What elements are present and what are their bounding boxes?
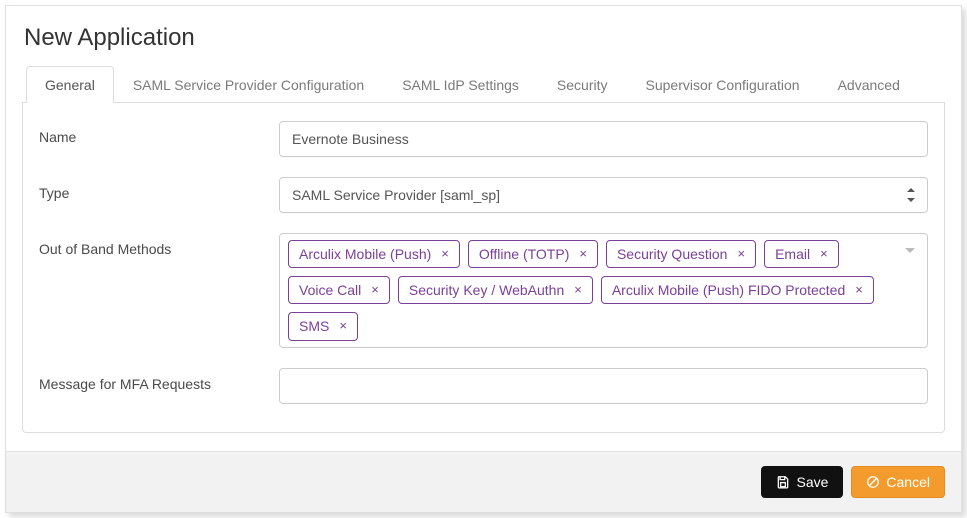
tag-email: Email × <box>764 240 839 268</box>
type-select[interactable]: SAML Service Provider [saml_sp] <box>279 177 928 213</box>
close-icon[interactable]: × <box>579 246 587 263</box>
tag-security-key-webauthn: Security Key / WebAuthn × <box>398 276 593 304</box>
row-oob-methods: Out of Band Methods Arculix Mobile (Push… <box>39 233 928 348</box>
tag-arculix-mobile-push-fido: Arculix Mobile (Push) FIDO Protected × <box>601 276 874 304</box>
cancel-button[interactable]: Cancel <box>851 466 945 498</box>
tab-panel-general: Name Type SAML Service Provider [saml_sp… <box>22 103 945 433</box>
dialog-body: New Application General SAML Service Pro… <box>6 6 961 451</box>
dialog-footer: Save Cancel <box>6 451 961 512</box>
name-input[interactable] <box>279 121 928 157</box>
close-icon[interactable]: × <box>371 282 379 299</box>
close-icon[interactable]: × <box>737 246 745 263</box>
mfa-msg-input[interactable] <box>279 368 928 404</box>
tag-security-question: Security Question × <box>606 240 756 268</box>
tab-saml-sp-config[interactable]: SAML Service Provider Configuration <box>114 66 383 103</box>
type-select-value: SAML Service Provider [saml_sp] <box>292 187 500 203</box>
mfa-msg-label: Message for MFA Requests <box>39 368 279 392</box>
tag-label: Offline (TOTP) <box>479 245 570 263</box>
tag-label: Security Question <box>617 245 728 263</box>
tag-label: SMS <box>299 317 329 335</box>
tab-bar: General SAML Service Provider Configurat… <box>22 66 945 103</box>
tag-label: Arculix Mobile (Push) FIDO Protected <box>612 281 845 299</box>
close-icon[interactable]: × <box>855 282 863 299</box>
close-icon[interactable]: × <box>339 318 347 335</box>
close-icon[interactable]: × <box>820 246 828 263</box>
tab-advanced[interactable]: Advanced <box>819 66 919 103</box>
tab-saml-idp-settings[interactable]: SAML IdP Settings <box>383 66 538 103</box>
row-mfa-message: Message for MFA Requests <box>39 368 928 404</box>
type-label: Type <box>39 177 279 201</box>
tag-label: Voice Call <box>299 281 361 299</box>
tab-security[interactable]: Security <box>538 66 627 103</box>
row-name: Name <box>39 121 928 157</box>
chevron-down-icon[interactable] <box>905 248 915 253</box>
select-arrows-icon <box>905 187 917 203</box>
tag-label: Email <box>775 245 810 263</box>
cancel-button-label: Cancel <box>886 474 930 490</box>
save-button-label: Save <box>796 474 828 490</box>
tag-arculix-mobile-push: Arculix Mobile (Push) × <box>288 240 460 268</box>
cancel-icon <box>866 475 880 489</box>
name-label: Name <box>39 121 279 145</box>
tag-label: Security Key / WebAuthn <box>409 281 564 299</box>
save-icon <box>776 475 790 489</box>
tag-offline-totp: Offline (TOTP) × <box>468 240 598 268</box>
save-button[interactable]: Save <box>761 466 843 498</box>
tag-voice-call: Voice Call × <box>288 276 390 304</box>
page-title: New Application <box>24 24 945 52</box>
dialog: New Application General SAML Service Pro… <box>5 5 962 513</box>
tab-supervisor-config[interactable]: Supervisor Configuration <box>627 66 819 103</box>
oob-label: Out of Band Methods <box>39 233 279 257</box>
tag-label: Arculix Mobile (Push) <box>299 245 431 263</box>
tag-sms: SMS × <box>288 312 358 340</box>
tab-general[interactable]: General <box>26 66 114 103</box>
oob-tag-input[interactable]: Arculix Mobile (Push) × Offline (TOTP) ×… <box>279 233 928 348</box>
close-icon[interactable]: × <box>574 282 582 299</box>
row-type: Type SAML Service Provider [saml_sp] <box>39 177 928 213</box>
close-icon[interactable]: × <box>441 246 449 263</box>
